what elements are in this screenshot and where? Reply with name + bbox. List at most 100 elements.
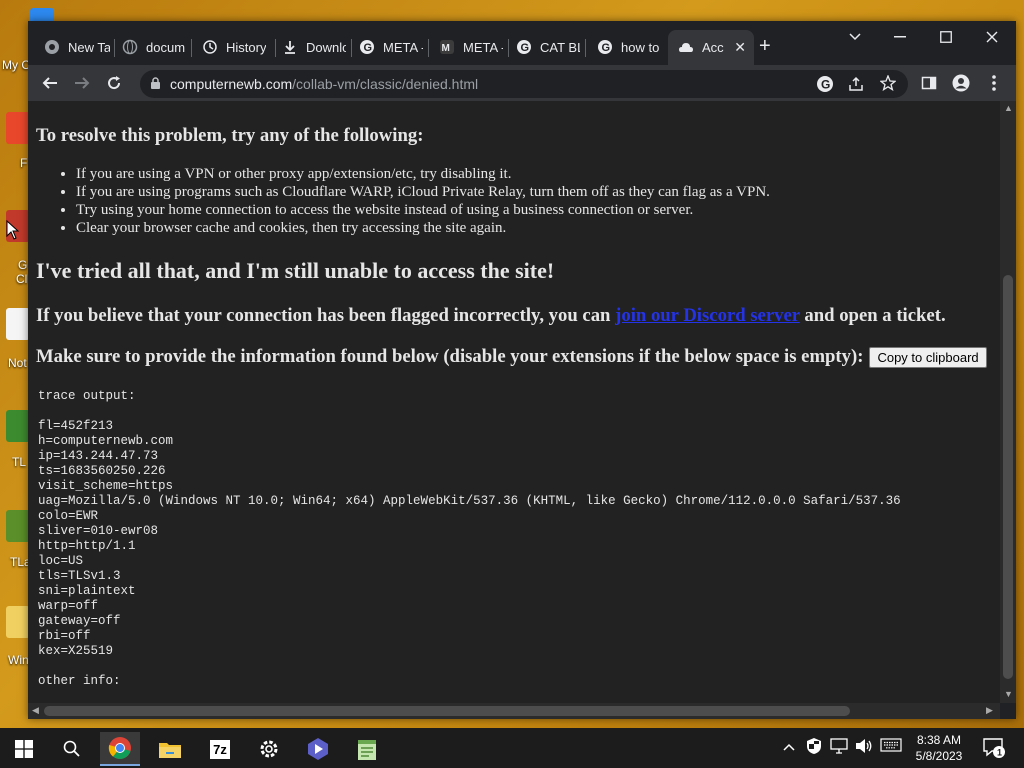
settings-gear-icon[interactable] (249, 732, 289, 766)
network-icon[interactable] (830, 738, 848, 757)
profile-icon[interactable] (948, 70, 974, 96)
lock-icon[interactable] (150, 77, 161, 95)
minimize-icon[interactable] (885, 25, 915, 49)
download-icon (282, 39, 298, 55)
svg-text:G: G (821, 78, 830, 92)
history-icon (202, 39, 218, 55)
close-tab-icon[interactable]: ✕ (734, 39, 746, 56)
scroll-up-icon[interactable]: ▲ (1004, 103, 1013, 113)
tlauncher2-shortcut-icon[interactable] (6, 510, 30, 542)
bookmark-star-icon[interactable] (879, 74, 897, 96)
flagged-paragraph: If you believe that your connection has … (36, 305, 946, 327)
other-info-label: other info: (38, 674, 121, 688)
desktop-label-f: F (20, 156, 28, 170)
notepad-plus-icon[interactable] (347, 732, 387, 766)
horizontal-scroll-thumb[interactable] (44, 706, 850, 716)
list-item: Try using your home connection to access… (76, 201, 1000, 219)
tab-separator (191, 39, 192, 57)
globe-icon (122, 39, 138, 55)
notepad-shortcut-icon[interactable] (6, 308, 30, 340)
trace-output-block[interactable]: trace output: fl=452f213 h=computernewb.c… (38, 389, 978, 689)
tab-label: META - (463, 39, 503, 55)
discord-link[interactable]: join our Discord server (615, 305, 800, 326)
tab-strip: New Ta docum History Downlo G META - M M… (28, 21, 1016, 65)
trace-line: h=computernewb.com (38, 434, 174, 448)
system-clock[interactable]: 8:38 AM 5/8/2023 (913, 732, 965, 764)
scroll-right-icon[interactable]: ▶ (986, 705, 993, 716)
tab-downloads[interactable]: Downlo (282, 34, 346, 60)
kebab-menu-icon[interactable] (981, 70, 1007, 96)
desktop-label-g: G (18, 258, 28, 272)
windows-start-icon[interactable] (4, 732, 44, 766)
google-icon: G (597, 39, 613, 55)
google-lens-icon[interactable]: G (816, 75, 834, 98)
forward-icon[interactable] (69, 70, 95, 96)
tab-label: how to (621, 39, 660, 55)
tab-meta[interactable]: M META - (439, 34, 503, 60)
clock-time: 8:38 AM (916, 733, 962, 747)
provide-info-paragraph: Make sure to provide the information fou… (36, 346, 987, 369)
tab-label: Acc (702, 40, 724, 55)
notification-center-icon[interactable]: 1 (982, 736, 1006, 763)
search-icon[interactable] (52, 732, 92, 766)
share-icon[interactable] (848, 76, 864, 97)
notification-count: 1 (997, 748, 1002, 758)
side-panel-icon[interactable] (916, 70, 942, 96)
tab-access-denied[interactable]: Acc ✕ (668, 30, 754, 65)
trace-lines: fl=452f213 h=computernewb.com ip=143.244.4… (38, 419, 978, 659)
vertical-scrollbar[interactable]: ▲ ▼ (1000, 101, 1016, 703)
scroll-left-icon[interactable]: ◀ (32, 705, 39, 716)
clipchamp-icon[interactable] (298, 732, 338, 766)
url-path: /collab-vm/classic/denied.html (292, 76, 479, 92)
chevron-down-icon[interactable] (840, 25, 870, 49)
close-window-icon[interactable] (977, 25, 1007, 49)
url-host: computernewb.com (170, 76, 293, 92)
tlauncher-shortcut-icon[interactable] (6, 410, 30, 442)
trace-line: sni=plaintext (38, 584, 136, 598)
tab-newtab[interactable]: New Ta (44, 34, 110, 60)
desktop-label-not: Not (8, 356, 27, 370)
url-text[interactable]: computernewb.com/collab-vm/classic/denie… (170, 76, 478, 92)
7zip-label: 7z (210, 739, 230, 759)
vertical-scroll-thumb[interactable] (1003, 275, 1013, 679)
address-bar[interactable]: computernewb.com/collab-vm/classic/denie… (140, 70, 908, 98)
trace-line: uag=Mozilla/5.0 (Windows NT 10.0; Win64;… (38, 494, 901, 508)
list-item: Clear your browser cache and cookies, th… (76, 219, 1000, 237)
tab-history[interactable]: History (202, 34, 272, 60)
cloud-icon (678, 40, 694, 56)
page-viewport[interactable]: To resolve this problem, try any of the … (28, 101, 1000, 703)
tab-label: META - (383, 39, 423, 55)
show-hidden-icons-chevron-icon[interactable] (783, 738, 795, 754)
trace-line: http=http/1.1 (38, 539, 136, 553)
maximize-icon[interactable] (931, 25, 961, 49)
chrome-taskbar-icon[interactable] (100, 732, 140, 766)
desktop-label-tl: TL (12, 455, 27, 469)
trace-line: gateway=off (38, 614, 121, 628)
still-unable-heading: I've tried all that, and I'm still unabl… (36, 258, 555, 283)
tab-howto[interactable]: G how to (597, 34, 661, 60)
tab-separator (508, 39, 509, 57)
new-tab-icon[interactable]: + (759, 35, 771, 58)
app-shortcut-icon[interactable] (6, 112, 30, 144)
scroll-down-icon[interactable]: ▼ (1004, 689, 1013, 699)
trace-line: ts=1683560250.226 (38, 464, 166, 478)
copy-to-clipboard-button[interactable]: Copy to clipboard (869, 347, 987, 369)
tab-document[interactable]: docum (122, 34, 186, 60)
volume-icon[interactable] (855, 738, 873, 757)
security-shield-icon[interactable] (806, 737, 822, 758)
tab-meta-google[interactable]: G META - (359, 34, 423, 60)
7zip-icon[interactable]: 7z (200, 732, 240, 766)
horizontal-scrollbar[interactable]: ◀ ▶ (28, 703, 1000, 719)
trace-line: colo=EWR (38, 509, 99, 523)
tab-cat[interactable]: G CAT BL (516, 34, 580, 60)
google-icon: G (516, 39, 532, 55)
file-explorer-icon[interactable] (150, 732, 190, 766)
chrome-icon (44, 39, 60, 55)
winrar-shortcut-icon[interactable] (6, 606, 30, 638)
google-icon: G (359, 39, 375, 55)
reload-icon[interactable] (101, 70, 127, 96)
keyboard-icon[interactable] (880, 738, 902, 755)
tab-separator (275, 39, 276, 57)
toolbar: computernewb.com/collab-vm/classic/denie… (28, 65, 1016, 101)
back-icon[interactable] (37, 70, 63, 96)
